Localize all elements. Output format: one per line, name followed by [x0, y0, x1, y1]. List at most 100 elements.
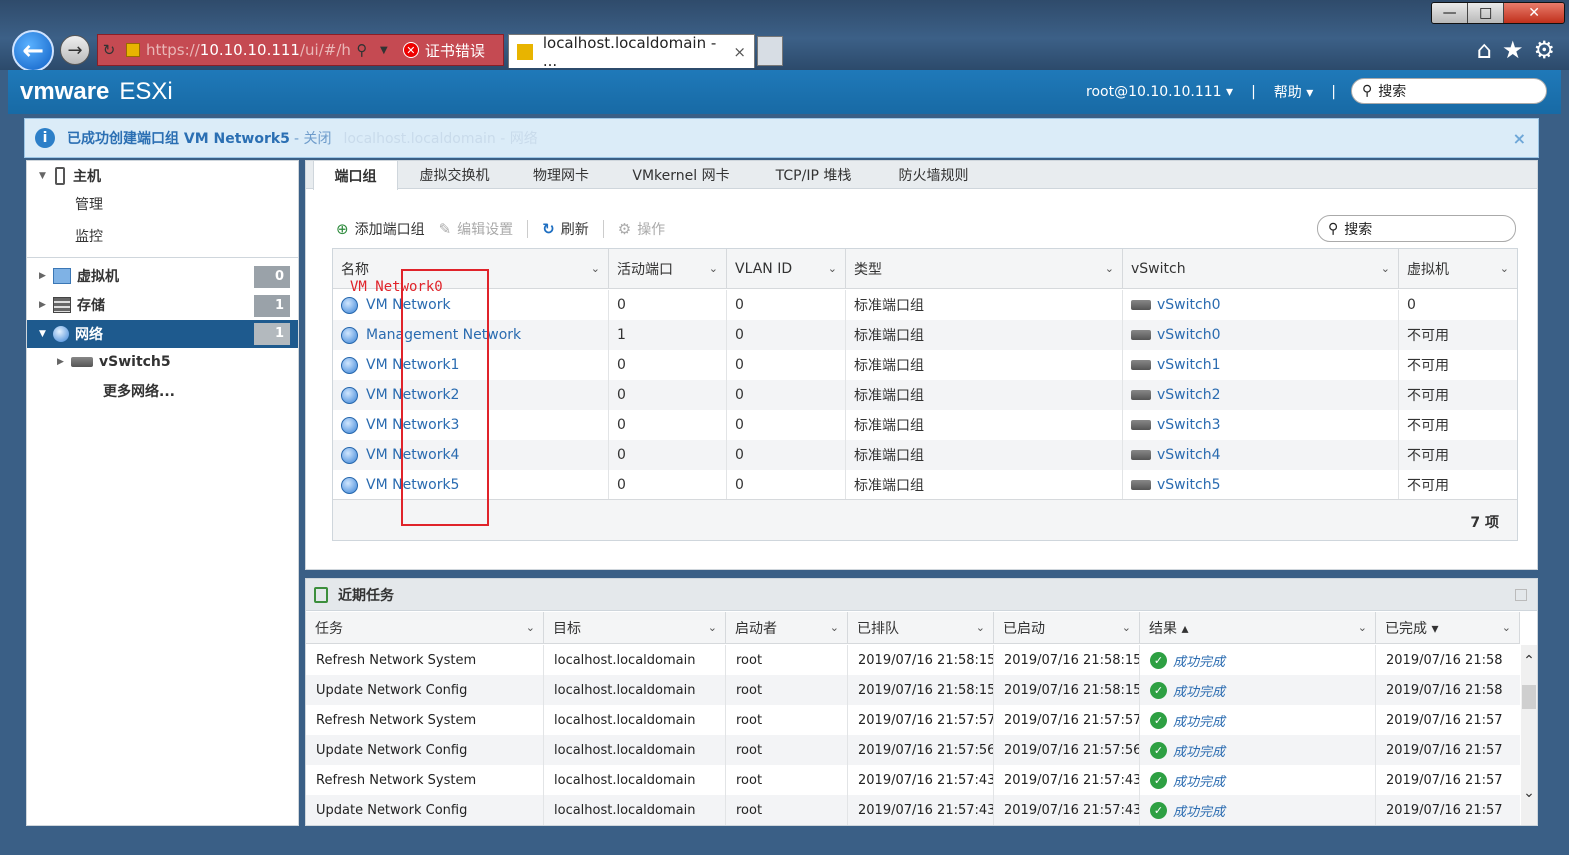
task-row[interactable]: Refresh Network System localhost.localdom…: [306, 765, 1520, 795]
chevron-down-icon[interactable]: ⌄: [1358, 621, 1367, 634]
cell-text[interactable]: vSwitch0: [1157, 297, 1220, 313]
chevron-down-icon[interactable]: ⌄: [1105, 262, 1114, 275]
chevron-down-icon[interactable]: ⌄: [1502, 621, 1511, 634]
tab-physical-nics[interactable]: 物理网卡: [511, 161, 611, 189]
actions-button[interactable]: ⚙ 操作: [618, 219, 665, 239]
task-row[interactable]: Update Network Config localhost.localdoma…: [306, 735, 1520, 765]
chevron-down-icon[interactable]: ▼: [373, 45, 395, 56]
cell-vswitch[interactable]: vSwitch3: [1123, 410, 1399, 440]
task-column-header[interactable]: 任务 ⌄: [306, 612, 544, 644]
chevron-down-icon[interactable]: ⌄: [591, 262, 600, 275]
chevron-down-icon[interactable]: ⌄: [830, 621, 839, 634]
address-bar[interactable]: ↻ https://10.10.10.111/ui/#/h ⚲ ▼ ✕ 证书错误: [97, 34, 504, 66]
expand-icon[interactable]: ▶: [39, 271, 49, 281]
minimize-button[interactable]: —: [1432, 3, 1469, 23]
scroll-down-icon[interactable]: ⌄: [1521, 785, 1537, 801]
chevron-down-icon[interactable]: ⌄: [708, 621, 717, 634]
tab-vmkernel-nics[interactable]: VMkernel 网卡: [611, 161, 751, 189]
forward-button[interactable]: →: [60, 35, 90, 65]
cell-text[interactable]: vSwitch3: [1157, 417, 1220, 433]
nav-manage[interactable]: 管理: [27, 191, 298, 217]
task-column-header[interactable]: 结果 ▴ ⌄: [1140, 612, 1376, 644]
task-row[interactable]: Refresh Network System localhost.localdom…: [306, 705, 1520, 735]
cell-vswitch[interactable]: vSwitch2: [1123, 380, 1399, 410]
chevron-down-icon[interactable]: ⌄: [709, 262, 718, 275]
scroll-thumb[interactable]: [1522, 685, 1536, 709]
tab-virtual-switches[interactable]: 虚拟交换机: [398, 161, 511, 189]
column-header-vlan-id[interactable]: VLAN ID ⌄: [727, 249, 846, 289]
task-column-header[interactable]: 已启动 ⌄: [994, 612, 1140, 644]
favorites-star-icon[interactable]: ★: [1502, 36, 1524, 64]
chevron-down-icon[interactable]: ⌄: [828, 262, 837, 275]
nav-vms[interactable]: ▶ 虚拟机 0: [27, 263, 298, 289]
expand-icon[interactable]: ▶: [39, 300, 49, 310]
task-row[interactable]: Update Network Config localhost.localdoma…: [306, 675, 1520, 705]
table-row[interactable]: Management Network 1 0 标准端口组 vSwitch0 不可用: [333, 320, 1517, 350]
home-icon[interactable]: ⌂: [1477, 36, 1492, 64]
cell-vswitch[interactable]: vSwitch0: [1123, 290, 1399, 320]
banner-dismiss-icon[interactable]: ×: [1513, 129, 1526, 148]
task-column-header[interactable]: 已完成 ▾ ⌄: [1376, 612, 1520, 644]
global-search-input[interactable]: ⚲ 搜索: [1351, 78, 1547, 104]
nav-network[interactable]: ▼ 网络 1: [27, 320, 298, 348]
column-header-active-ports[interactable]: 活动端口 ⌄: [609, 249, 727, 289]
help-menu[interactable]: 帮助 ▾: [1274, 82, 1313, 102]
search-icon[interactable]: ⚲: [351, 41, 373, 59]
table-row[interactable]: VM Network3 0 0 标准端口组 vSwitch3 不可用: [333, 410, 1517, 440]
column-header-vms[interactable]: 虚拟机 ⌄: [1399, 249, 1517, 289]
nav-host[interactable]: ▼ 主机: [27, 163, 298, 189]
add-port-group-button[interactable]: ⊕ 添加端口组: [336, 219, 425, 239]
cell-text[interactable]: vSwitch5: [1157, 477, 1220, 493]
nav-vswitch5[interactable]: ▶ vSwitch5: [27, 349, 298, 375]
cell-text[interactable]: vSwitch4: [1157, 447, 1220, 463]
cell-vswitch[interactable]: vSwitch1: [1123, 350, 1399, 380]
edit-settings-button[interactable]: ✎ 编辑设置: [439, 219, 514, 239]
expand-icon[interactable]: ▶: [57, 357, 67, 367]
gear-icon[interactable]: ⚙: [1533, 36, 1555, 64]
task-column-header[interactable]: 启动者 ⌄: [726, 612, 848, 644]
task-row[interactable]: Refresh Network System localhost.localdom…: [306, 645, 1520, 675]
tab-tcpip-stacks[interactable]: TCP/IP 堆栈: [751, 161, 876, 189]
back-button[interactable]: ←: [12, 30, 54, 72]
chevron-down-icon[interactable]: ⌄: [526, 621, 535, 634]
table-row[interactable]: VM Network5 0 0 标准端口组 vSwitch5 不可用: [333, 470, 1517, 500]
task-column-header[interactable]: 目标 ⌄: [544, 612, 726, 644]
cell-vswitch[interactable]: vSwitch5: [1123, 470, 1399, 500]
refresh-button[interactable]: ↻ 刷新: [542, 219, 589, 239]
table-row[interactable]: VM Network 0 0 标准端口组 vSwitch0 0: [333, 290, 1517, 320]
chevron-down-icon[interactable]: ⌄: [1381, 262, 1390, 275]
browser-tab[interactable]: localhost.localdomain - ... ×: [508, 34, 755, 70]
scroll-up-icon[interactable]: ⌃: [1521, 653, 1537, 669]
chevron-down-icon[interactable]: ⌄: [976, 621, 985, 634]
cell-vswitch[interactable]: vSwitch4: [1123, 440, 1399, 470]
cell-text[interactable]: vSwitch1: [1157, 357, 1220, 373]
chevron-down-icon[interactable]: ⌄: [1122, 621, 1131, 634]
tab-close-icon[interactable]: ×: [733, 43, 746, 61]
port-group-search-input[interactable]: ⚲ 搜索: [1317, 215, 1516, 242]
close-window-button[interactable]: ✕: [1504, 3, 1564, 23]
cert-error-label[interactable]: 证书错误: [425, 40, 485, 61]
table-row[interactable]: VM Network2 0 0 标准端口组 vSwitch2 不可用: [333, 380, 1517, 410]
tab-port-groups[interactable]: 端口组: [313, 160, 398, 190]
tab-firewall-rules[interactable]: 防火墙规则: [876, 161, 991, 189]
nav-monitor[interactable]: 监控: [27, 223, 298, 249]
maximize-panel-icon[interactable]: [1515, 588, 1527, 601]
maximize-button[interactable]: □: [1468, 3, 1505, 23]
table-row[interactable]: VM Network1 0 0 标准端口组 vSwitch1 不可用: [333, 350, 1517, 380]
reload-icon[interactable]: ↻: [98, 41, 120, 59]
tasks-scrollbar[interactable]: ⌃ ⌄: [1521, 645, 1537, 825]
banner-close-link[interactable]: - 关闭: [294, 128, 332, 148]
nav-more-networks[interactable]: 更多网络...: [27, 378, 298, 404]
new-tab-button[interactable]: [757, 36, 783, 66]
column-header-type[interactable]: 类型 ⌄: [846, 249, 1123, 289]
column-header-vswitch[interactable]: vSwitch ⌄: [1123, 249, 1399, 289]
expand-icon[interactable]: ▼: [39, 171, 49, 181]
cell-text[interactable]: vSwitch0: [1157, 327, 1220, 343]
chevron-down-icon[interactable]: ⌄: [1500, 262, 1509, 275]
nav-storage[interactable]: ▶ 存储 1: [27, 292, 298, 318]
task-column-header[interactable]: 已排队 ⌄: [848, 612, 994, 644]
cell-text[interactable]: vSwitch2: [1157, 387, 1220, 403]
expand-icon[interactable]: ▼: [39, 329, 49, 339]
cell-vswitch[interactable]: vSwitch0: [1123, 320, 1399, 350]
task-row[interactable]: Update Network Config localhost.localdoma…: [306, 795, 1520, 825]
